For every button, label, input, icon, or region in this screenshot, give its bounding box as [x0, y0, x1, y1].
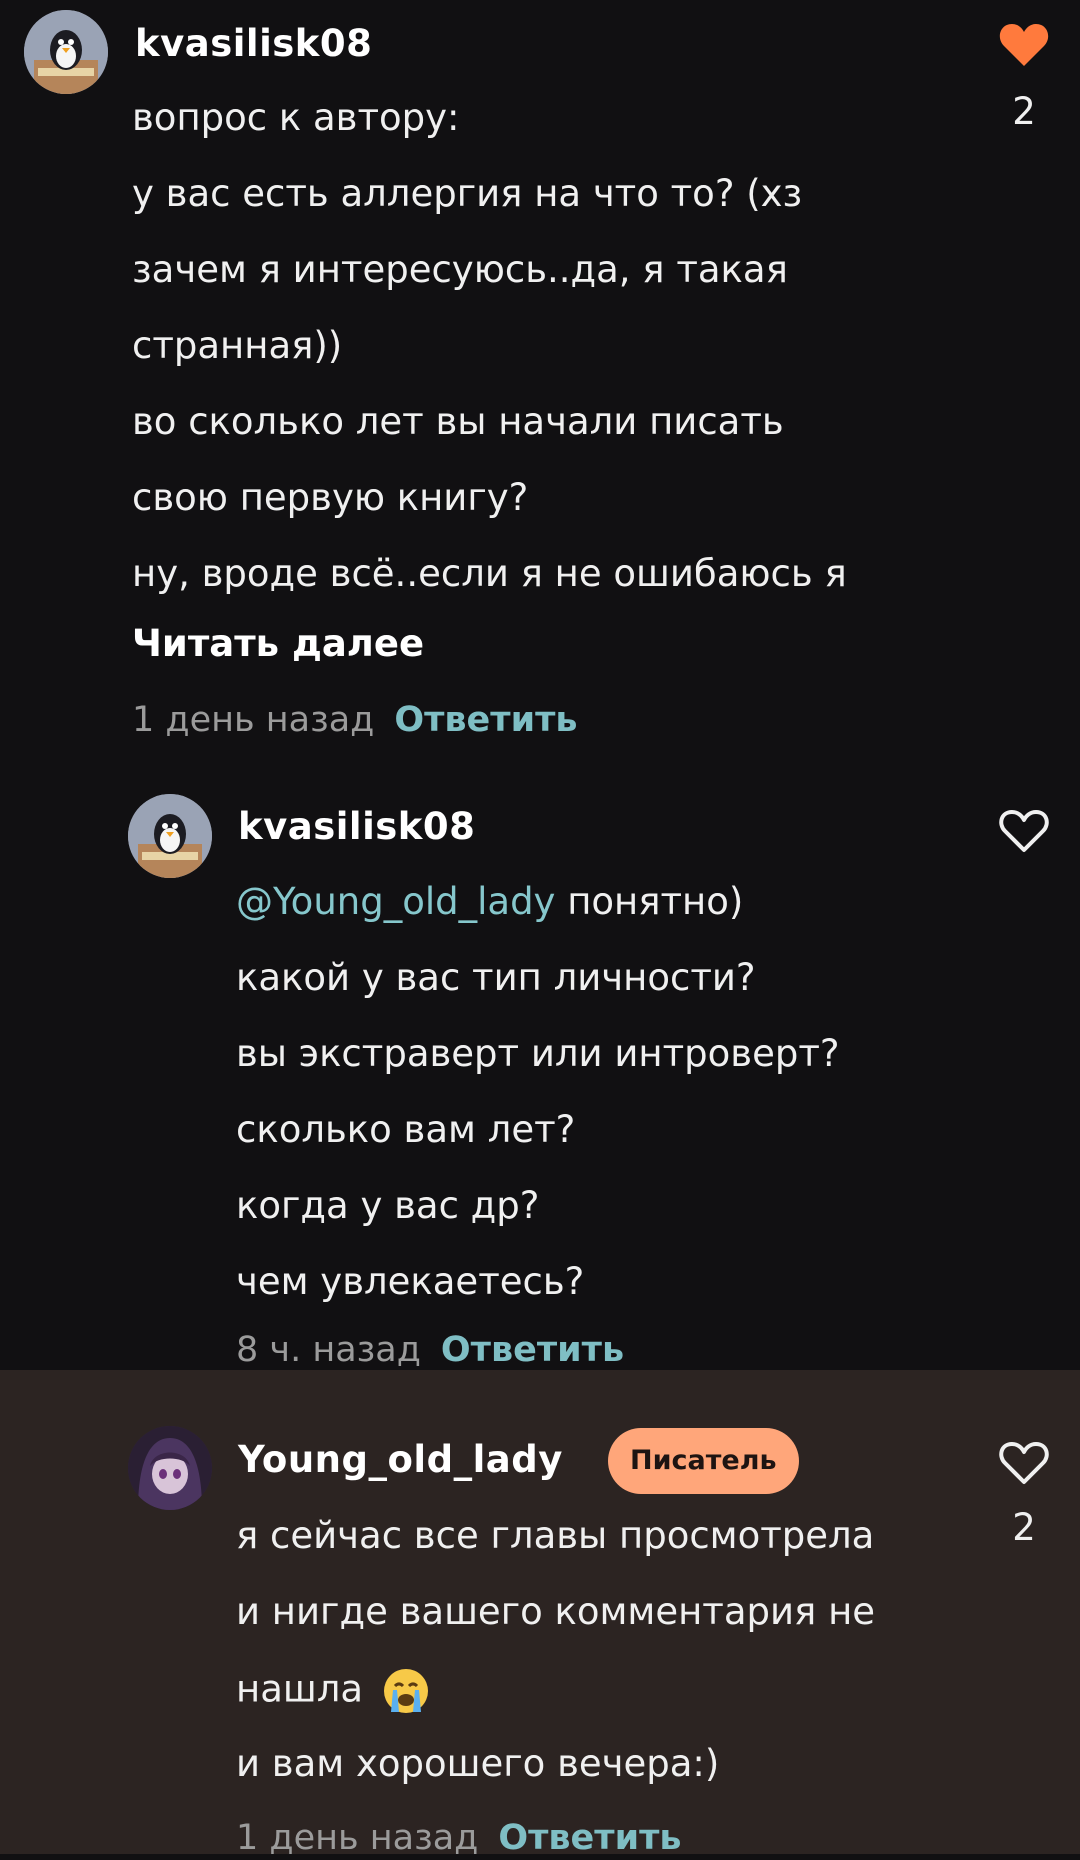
comment-text-line: ну, вроде всё..если я не ошибаюсь я [132, 552, 847, 595]
like-count: 2 [1012, 1506, 1036, 1549]
highlighted-reply: Young_old_lady Писатель 2 я сейчас все г… [0, 1370, 1080, 1858]
comment-text-line: вы экстраверт или интроверт? [236, 1032, 840, 1075]
comment-text-line: и вам хорошего вечера:) [236, 1742, 720, 1785]
comment-meta: 8 ч. назад Ответить [236, 1328, 624, 1372]
writer-badge: Писатель [608, 1428, 799, 1494]
comment-author[interactable]: kvasilisk08 [135, 22, 372, 66]
like-count: 2 [1012, 90, 1036, 133]
comment-author[interactable]: kvasilisk08 [238, 805, 475, 849]
comment-text-line: @Young_old_lady понятно) [236, 880, 743, 924]
heart-filled-icon[interactable] [998, 20, 1050, 68]
comment-timestamp: 8 ч. назад [236, 1330, 421, 1370]
comment-text-line: какой у вас тип личности? [236, 956, 756, 999]
comment-text: понятно) [567, 880, 744, 923]
crying-face-emoji [383, 1669, 428, 1713]
user-mention-link[interactable]: @Young_old_lady [236, 880, 555, 923]
comment-text-line: у вас есть аллергия на что то? (хз [132, 172, 803, 215]
comment-meta: 1 день назад Ответить [132, 698, 578, 742]
penguin-avatar-icon[interactable] [128, 794, 212, 878]
reply-button[interactable]: Ответить [441, 1330, 624, 1370]
comment-timestamp: 1 день назад [132, 700, 375, 740]
reply-button[interactable]: Ответить [498, 1818, 681, 1858]
comment-text: нашла [236, 1667, 364, 1711]
comment-text-line: нашла [236, 1666, 431, 1716]
read-more-link[interactable]: Читать далее [132, 622, 424, 666]
comment-text-line: я сейчас все главы просмотрела [236, 1514, 875, 1557]
penguin-avatar-icon[interactable] [24, 10, 108, 94]
reply-button[interactable]: Ответить [394, 700, 577, 740]
comment-text-line: странная)) [132, 324, 343, 367]
comment-text-line: чем увлекаетесь? [236, 1260, 585, 1303]
comment-thread: kvasilisk08 2 вопрос к автору: у вас ест… [0, 0, 1080, 1370]
heart-outline-icon[interactable] [998, 806, 1050, 854]
comment-timestamp: 1 день назад [236, 1818, 479, 1858]
anime-girl-avatar-icon[interactable] [128, 1426, 212, 1510]
comment-text-line: сколько вам лет? [236, 1108, 576, 1151]
comment-text-line: когда у вас др? [236, 1184, 540, 1227]
comment-meta: 1 день назад Ответить [236, 1816, 682, 1860]
comment-text-line: во сколько лет вы начали писать [132, 400, 784, 443]
comment-text-line: свою первую книгу? [132, 476, 529, 519]
heart-outline-icon[interactable] [998, 1438, 1050, 1486]
comment-text-line: зачем я интересуюсь..да, я такая [132, 248, 788, 291]
comment-text-line: и нигде вашего комментария не [236, 1590, 876, 1633]
comment-text-line: вопрос к автору: [132, 96, 460, 139]
comment-author[interactable]: Young_old_lady [238, 1438, 563, 1482]
